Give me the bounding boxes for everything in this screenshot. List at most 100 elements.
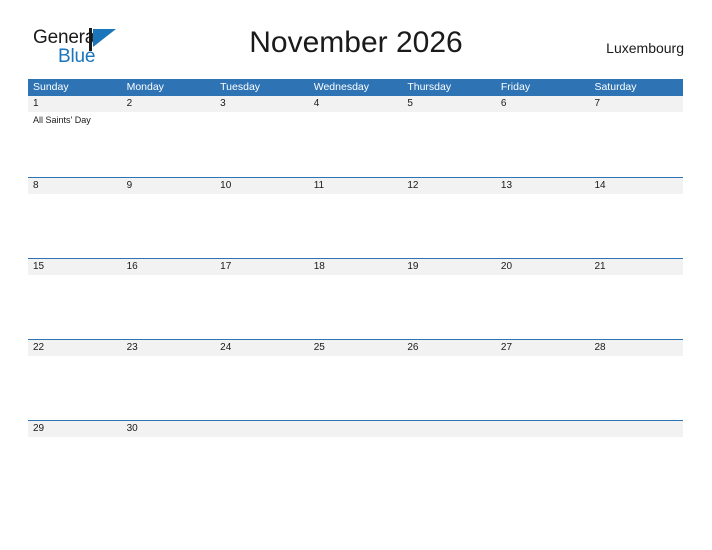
calendar-day-cell[interactable]: 24 [215, 340, 309, 420]
calendar-week-row: 29 30 [28, 420, 683, 501]
calendar-day-cell[interactable]: 28 [589, 340, 683, 420]
weekday-saturday: Saturday [594, 81, 637, 93]
day-events [407, 275, 492, 277]
day-events [594, 356, 679, 358]
calendar-day-cell[interactable]: 18 [309, 259, 403, 339]
calendar-day-cell[interactable]: 14 [589, 178, 683, 258]
calendar-day-cell[interactable]: 30 [122, 421, 216, 501]
day-events [33, 194, 118, 196]
day-number: 7 [594, 98, 601, 109]
calendar-day-cell[interactable]: 20 [496, 259, 590, 339]
day-events [127, 356, 212, 358]
day-events [33, 437, 118, 439]
calendar-day-cell[interactable]: 13 [496, 178, 590, 258]
week-day-cells: 22 23 24 25 26 27 28 [28, 340, 683, 420]
calendar-day-cell[interactable]: 5 [402, 96, 496, 177]
calendar-page: General Blue November 2026 Luxembourg Su… [0, 0, 712, 550]
calendar-day-cell[interactable]: 8 [28, 178, 122, 258]
calendar-day-cell[interactable]: 4 [309, 96, 403, 177]
calendar-day-cell[interactable]: 15 [28, 259, 122, 339]
day-number: 4 [313, 98, 320, 109]
day-number: 9 [126, 180, 133, 191]
day-events [407, 356, 492, 358]
calendar-day-cell[interactable]: 26 [402, 340, 496, 420]
day-events [220, 275, 305, 277]
day-events [314, 194, 399, 196]
calendar-day-cell[interactable]: 12 [402, 178, 496, 258]
week-day-cells: 15 16 17 18 19 20 21 [28, 259, 683, 339]
weekday-sunday: Sunday [33, 81, 69, 93]
calendar-day-cell[interactable]: 21 [589, 259, 683, 339]
week-day-cells: 1 All Saints' Day 2 3 4 5 6 7 [28, 96, 683, 177]
day-events [594, 112, 679, 114]
calendar-day-cell[interactable]: 25 [309, 340, 403, 420]
weekday-header-row: Sunday Monday Tuesday Wednesday Thursday… [28, 79, 683, 96]
weekday-friday: Friday [500, 81, 531, 93]
calendar-day-cell[interactable] [402, 421, 496, 501]
calendar-day-cell[interactable]: 16 [122, 259, 216, 339]
day-number: 2 [126, 98, 133, 109]
day-number: 15 [33, 261, 45, 272]
day-events [407, 194, 492, 196]
calendar-week-row: 15 16 17 18 19 20 21 [28, 258, 683, 339]
day-events [33, 356, 118, 358]
day-number: 14 [594, 180, 606, 191]
calendar-day-cell[interactable]: 22 [28, 340, 122, 420]
calendar-day-cell[interactable]: 19 [402, 259, 496, 339]
week-day-cells: 8 9 10 11 12 13 14 [28, 178, 683, 258]
calendar-day-cell[interactable]: 29 [28, 421, 122, 501]
calendar-day-cell[interactable]: 27 [496, 340, 590, 420]
day-events [501, 194, 586, 196]
calendar-week-row: 22 23 24 25 26 27 28 [28, 339, 683, 420]
day-events [220, 112, 305, 114]
calendar-day-cell[interactable]: 10 [215, 178, 309, 258]
day-events: All Saints' Day [33, 112, 118, 126]
calendar-day-cell[interactable]: 2 [122, 96, 216, 177]
calendar-day-cell[interactable]: 9 [122, 178, 216, 258]
calendar-day-cell[interactable] [589, 421, 683, 501]
page-header: General Blue November 2026 Luxembourg [0, 22, 712, 74]
calendar-day-cell[interactable]: 17 [215, 259, 309, 339]
day-events [501, 275, 586, 277]
day-number: 19 [407, 261, 419, 272]
day-events [220, 194, 305, 196]
day-number: 17 [220, 261, 232, 272]
day-number: 22 [33, 342, 45, 353]
calendar-day-cell[interactable]: 23 [122, 340, 216, 420]
day-number: 24 [220, 342, 232, 353]
day-number: 12 [407, 180, 419, 191]
calendar-day-cell[interactable]: 7 [589, 96, 683, 177]
day-number: 28 [594, 342, 606, 353]
calendar-day-cell[interactable]: 3 [215, 96, 309, 177]
day-events [407, 112, 492, 114]
day-events [314, 112, 399, 114]
calendar-grid: Sunday Monday Tuesday Wednesday Thursday… [28, 79, 683, 501]
day-events [220, 356, 305, 358]
day-number: 23 [126, 342, 138, 353]
region-label: Luxembourg [606, 40, 684, 56]
day-events [314, 437, 399, 439]
day-number: 1 [33, 98, 39, 109]
day-number: 20 [500, 261, 513, 272]
day-events [220, 437, 305, 439]
day-events [33, 275, 118, 277]
calendar-day-cell[interactable]: 6 [496, 96, 590, 177]
calendar-event: All Saints' Day [33, 115, 91, 125]
day-events [407, 437, 492, 439]
calendar-day-cell[interactable] [496, 421, 590, 501]
calendar-day-cell[interactable] [215, 421, 309, 501]
calendar-day-cell[interactable]: 11 [309, 178, 403, 258]
calendar-day-cell[interactable]: 1 All Saints' Day [28, 96, 122, 177]
day-events [594, 194, 679, 196]
day-number: 11 [313, 180, 325, 191]
day-events [594, 437, 679, 439]
week-day-cells: 29 30 [28, 421, 683, 501]
weekday-tuesday: Tuesday [220, 81, 261, 93]
calendar-day-cell[interactable] [309, 421, 403, 501]
day-events [127, 437, 212, 439]
day-number: 3 [220, 98, 226, 109]
day-number: 18 [313, 261, 325, 272]
day-events [501, 356, 586, 358]
day-number: 29 [33, 423, 45, 434]
weekday-thursday: Thursday [407, 81, 452, 93]
